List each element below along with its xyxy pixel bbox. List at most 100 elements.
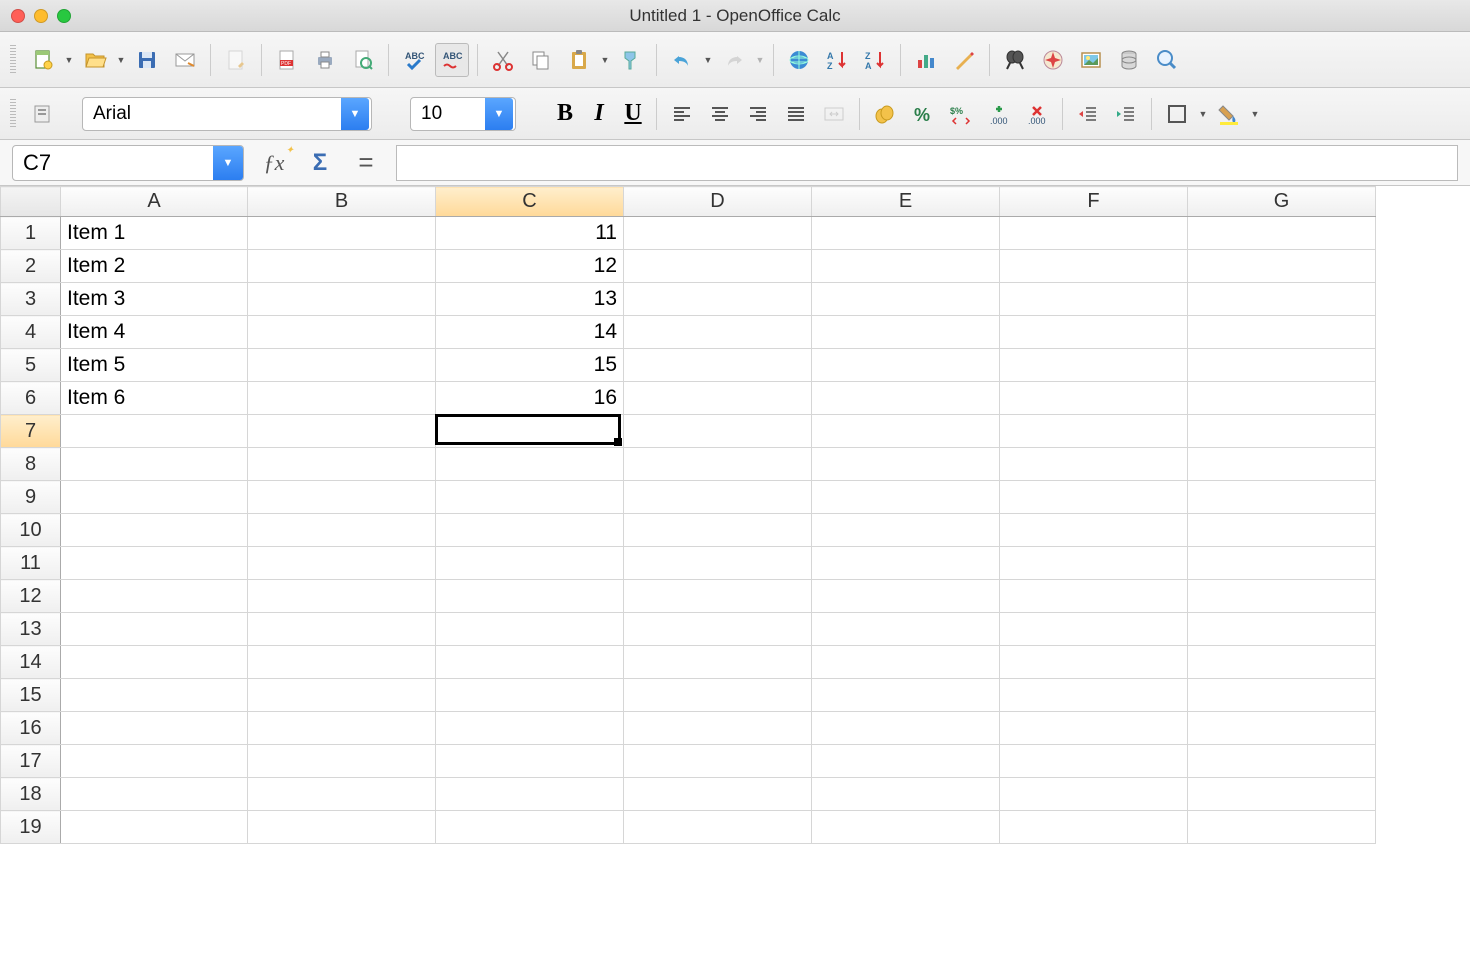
cell-D9[interactable] bbox=[624, 481, 812, 514]
cell-D17[interactable] bbox=[624, 745, 812, 778]
new-document-icon[interactable] bbox=[26, 43, 60, 77]
cell-E4[interactable] bbox=[812, 316, 1000, 349]
maximize-window-button[interactable] bbox=[57, 9, 71, 23]
copy-icon[interactable] bbox=[524, 43, 558, 77]
cell-B10[interactable] bbox=[248, 514, 436, 547]
cell-C13[interactable] bbox=[436, 613, 624, 646]
cell-B15[interactable] bbox=[248, 679, 436, 712]
column-header-C[interactable]: C bbox=[436, 187, 624, 217]
column-header-F[interactable]: F bbox=[1000, 187, 1188, 217]
cell-C4[interactable]: 14 bbox=[436, 316, 624, 349]
font-size-combo[interactable]: ▼ bbox=[410, 97, 516, 131]
zoom-icon[interactable] bbox=[1150, 43, 1184, 77]
cell-E15[interactable] bbox=[812, 679, 1000, 712]
cut-icon[interactable] bbox=[486, 43, 520, 77]
minimize-window-button[interactable] bbox=[34, 9, 48, 23]
cell-B5[interactable] bbox=[248, 349, 436, 382]
cell-F3[interactable] bbox=[1000, 283, 1188, 316]
cell-E1[interactable] bbox=[812, 217, 1000, 250]
cell-A16[interactable] bbox=[61, 712, 248, 745]
cell-G12[interactable] bbox=[1188, 580, 1376, 613]
merge-cells-icon[interactable] bbox=[817, 97, 851, 131]
cell-D18[interactable] bbox=[624, 778, 812, 811]
cell-E7[interactable] bbox=[812, 415, 1000, 448]
paste-icon[interactable] bbox=[562, 43, 596, 77]
cell-D19[interactable] bbox=[624, 811, 812, 844]
cell-A3[interactable]: Item 3 bbox=[61, 283, 248, 316]
row-header-16[interactable]: 16 bbox=[1, 712, 61, 745]
cell-B16[interactable] bbox=[248, 712, 436, 745]
column-header-E[interactable]: E bbox=[812, 187, 1000, 217]
cell-D10[interactable] bbox=[624, 514, 812, 547]
cell-A4[interactable]: Item 4 bbox=[61, 316, 248, 349]
cell-D7[interactable] bbox=[624, 415, 812, 448]
cell-C10[interactable] bbox=[436, 514, 624, 547]
cell-F11[interactable] bbox=[1000, 547, 1188, 580]
cell-E8[interactable] bbox=[812, 448, 1000, 481]
cell-B19[interactable] bbox=[248, 811, 436, 844]
row-header-19[interactable]: 19 bbox=[1, 811, 61, 844]
cell-B7[interactable] bbox=[248, 415, 436, 448]
cell-F7[interactable] bbox=[1000, 415, 1188, 448]
cell-F12[interactable] bbox=[1000, 580, 1188, 613]
cell-A11[interactable] bbox=[61, 547, 248, 580]
cell-A2[interactable]: Item 2 bbox=[61, 250, 248, 283]
font-name-input[interactable] bbox=[83, 103, 341, 125]
align-left-icon[interactable] bbox=[665, 97, 699, 131]
data-sources-icon[interactable] bbox=[1112, 43, 1146, 77]
find-replace-icon[interactable] bbox=[998, 43, 1032, 77]
cell-F13[interactable] bbox=[1000, 613, 1188, 646]
cell-A6[interactable]: Item 6 bbox=[61, 382, 248, 415]
cell-G18[interactable] bbox=[1188, 778, 1376, 811]
cell-G8[interactable] bbox=[1188, 448, 1376, 481]
cell-B1[interactable] bbox=[248, 217, 436, 250]
cell-A12[interactable] bbox=[61, 580, 248, 613]
cell-A5[interactable]: Item 5 bbox=[61, 349, 248, 382]
cell-C16[interactable] bbox=[436, 712, 624, 745]
cell-C17[interactable] bbox=[436, 745, 624, 778]
open-document-icon[interactable] bbox=[78, 43, 112, 77]
cell-G13[interactable] bbox=[1188, 613, 1376, 646]
cell-E6[interactable] bbox=[812, 382, 1000, 415]
row-header-8[interactable]: 8 bbox=[1, 448, 61, 481]
edit-file-icon[interactable] bbox=[219, 43, 253, 77]
cell-D13[interactable] bbox=[624, 613, 812, 646]
column-header-A[interactable]: A bbox=[61, 187, 248, 217]
cell-E11[interactable] bbox=[812, 547, 1000, 580]
export-pdf-icon[interactable]: PDF bbox=[270, 43, 304, 77]
standard-format-icon[interactable]: $% bbox=[944, 97, 978, 131]
cell-D3[interactable] bbox=[624, 283, 812, 316]
cell-E14[interactable] bbox=[812, 646, 1000, 679]
cell-E5[interactable] bbox=[812, 349, 1000, 382]
align-justify-icon[interactable] bbox=[779, 97, 813, 131]
cell-B3[interactable] bbox=[248, 283, 436, 316]
cell-A13[interactable] bbox=[61, 613, 248, 646]
row-header-18[interactable]: 18 bbox=[1, 778, 61, 811]
undo-icon[interactable] bbox=[665, 43, 699, 77]
cell-E19[interactable] bbox=[812, 811, 1000, 844]
cell-A18[interactable] bbox=[61, 778, 248, 811]
cell-G14[interactable] bbox=[1188, 646, 1376, 679]
row-header-14[interactable]: 14 bbox=[1, 646, 61, 679]
cell-D6[interactable] bbox=[624, 382, 812, 415]
cell-F16[interactable] bbox=[1000, 712, 1188, 745]
cell-B12[interactable] bbox=[248, 580, 436, 613]
cell-C3[interactable]: 13 bbox=[436, 283, 624, 316]
cell-F1[interactable] bbox=[1000, 217, 1188, 250]
row-header-2[interactable]: 2 bbox=[1, 250, 61, 283]
cell-E9[interactable] bbox=[812, 481, 1000, 514]
cell-B17[interactable] bbox=[248, 745, 436, 778]
function-equals-icon[interactable]: = bbox=[350, 147, 382, 179]
cell-G3[interactable] bbox=[1188, 283, 1376, 316]
cell-E16[interactable] bbox=[812, 712, 1000, 745]
cell-A10[interactable] bbox=[61, 514, 248, 547]
cell-D2[interactable] bbox=[624, 250, 812, 283]
cell-C18[interactable] bbox=[436, 778, 624, 811]
row-header-11[interactable]: 11 bbox=[1, 547, 61, 580]
cell-A7[interactable] bbox=[61, 415, 248, 448]
save-icon[interactable] bbox=[130, 43, 164, 77]
currency-icon[interactable] bbox=[868, 97, 902, 131]
row-header-5[interactable]: 5 bbox=[1, 349, 61, 382]
name-box-dropdown[interactable]: ▼ bbox=[213, 146, 243, 180]
cell-A19[interactable] bbox=[61, 811, 248, 844]
